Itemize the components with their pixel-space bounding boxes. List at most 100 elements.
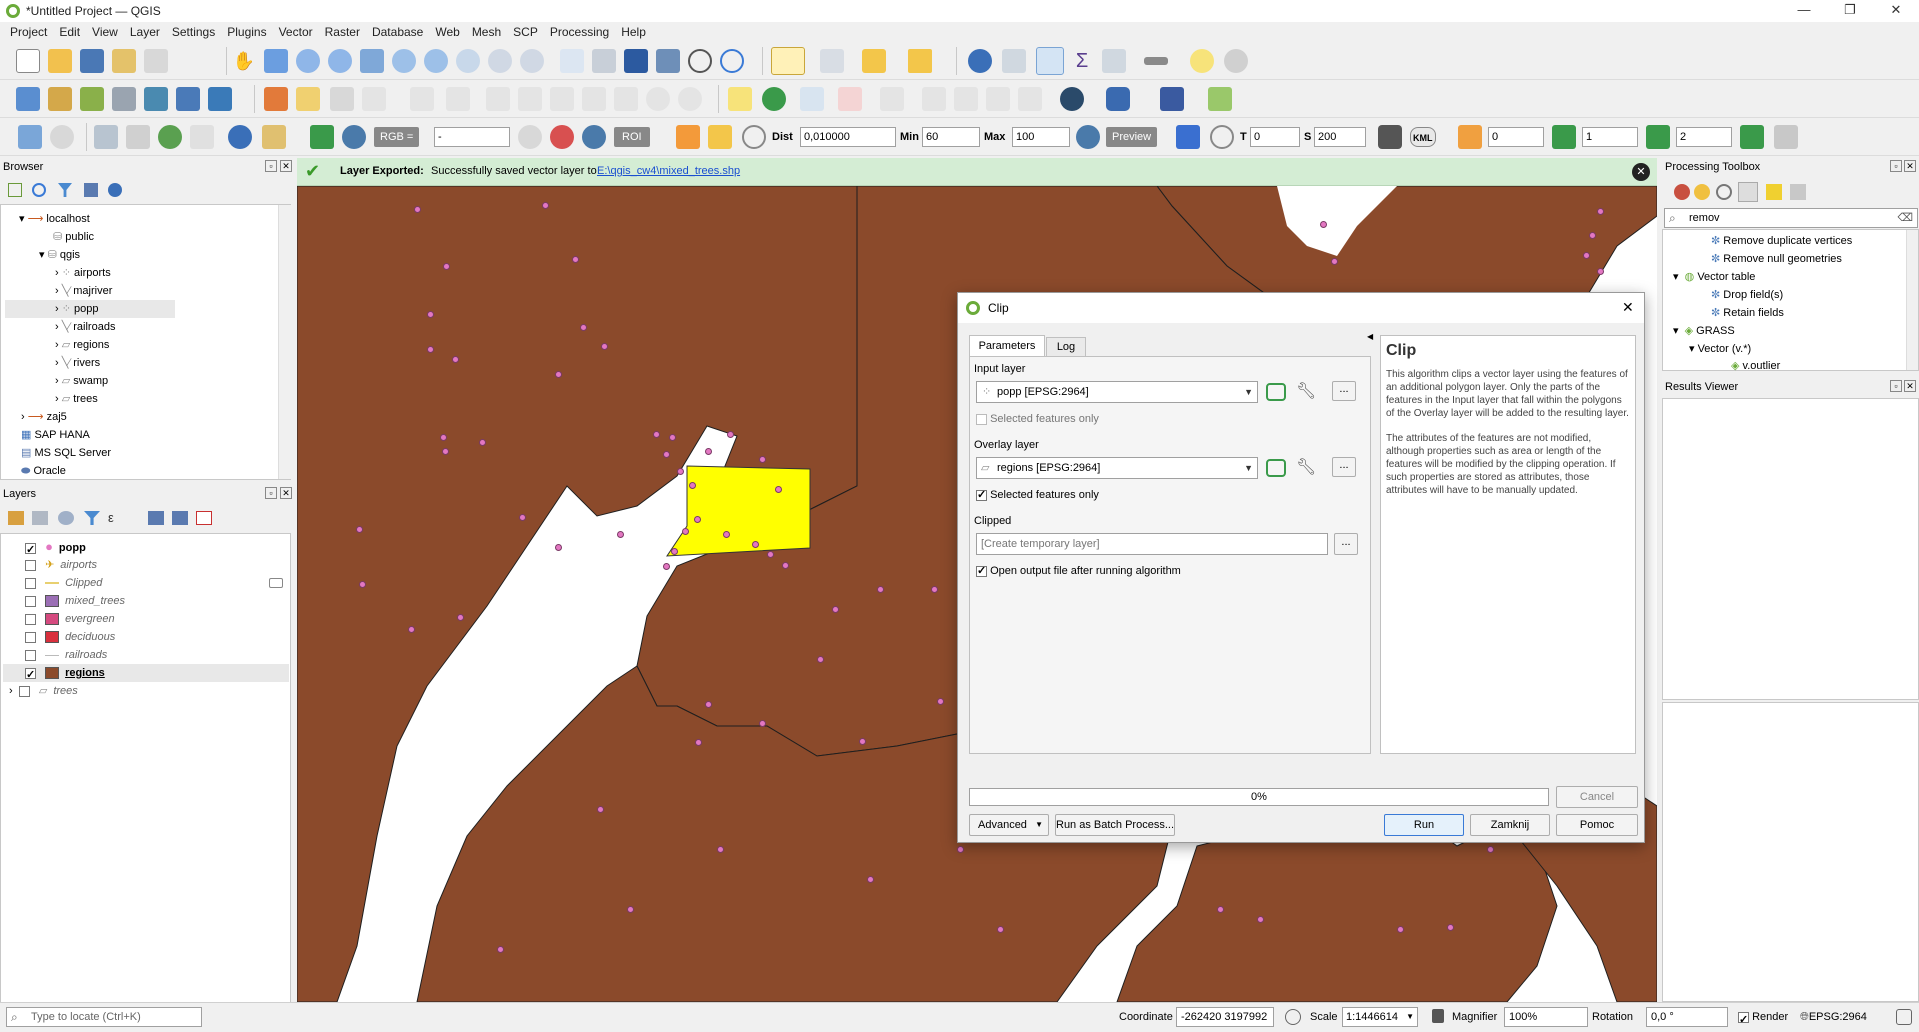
add-vector-layer-icon[interactable]	[208, 87, 232, 111]
layer-visibility-checkbox[interactable]	[25, 613, 36, 625]
python-console-icon[interactable]	[1106, 87, 1130, 111]
toolbox-item[interactable]: ◈ v.outlier	[1731, 357, 1780, 375]
rgb-select[interactable]: -	[434, 127, 510, 147]
new-virtual-layer-icon[interactable]	[144, 87, 168, 111]
close-message-icon[interactable]: ✕	[1632, 163, 1650, 181]
layer-labeling-icon[interactable]	[762, 87, 786, 111]
toolbox-float-icon[interactable]: ▫	[1890, 160, 1902, 172]
overlay-layer-combo[interactable]: ▱ regions [EPSG:2964] ▼	[976, 457, 1258, 479]
identify-features-icon[interactable]	[968, 49, 992, 73]
render-checkbox[interactable]	[1738, 1010, 1749, 1030]
scp-settings-icon[interactable]	[1774, 125, 1798, 149]
scp-next-band-icon[interactable]	[1552, 125, 1576, 149]
menu-database[interactable]: Database	[366, 25, 429, 39]
t-input[interactable]: 0	[1250, 127, 1300, 147]
results-viewer-icon[interactable]	[1738, 182, 1758, 202]
lock-scale-icon[interactable]	[1432, 1009, 1444, 1023]
menu-web[interactable]: Web	[429, 25, 465, 39]
rotate-label-icon[interactable]	[922, 87, 946, 111]
move-label-icon[interactable]	[880, 87, 904, 111]
menu-project[interactable]: Project	[4, 25, 53, 39]
tab-parameters[interactable]: Parameters	[969, 335, 1045, 357]
undo-icon[interactable]	[646, 87, 670, 111]
layer-visibility-checkbox[interactable]	[25, 595, 36, 607]
zoom-out-icon[interactable]	[328, 49, 352, 73]
render-toggle[interactable]: Render	[1738, 1007, 1788, 1030]
scp-pointer-icon[interactable]	[126, 125, 150, 149]
open-output-option[interactable]: Open output file after running algorithm	[976, 564, 1181, 577]
scp-undo-icon[interactable]	[518, 125, 542, 149]
tab-log[interactable]: Log	[1046, 337, 1086, 357]
paste-features-icon[interactable]	[614, 87, 638, 111]
refresh-icon[interactable]	[720, 49, 744, 73]
toggle-extents-icon[interactable]	[1285, 1009, 1301, 1025]
menu-raster[interactable]: Raster	[319, 25, 366, 39]
new-print-layout-icon[interactable]	[112, 49, 136, 73]
layer-row-regions[interactable]: regions	[3, 664, 289, 684]
layer-row-clipped[interactable]: Clipped	[25, 574, 289, 592]
pan-to-selection-icon[interactable]	[264, 49, 288, 73]
layer-styling-icon[interactable]	[8, 511, 24, 525]
history-icon[interactable]	[1716, 184, 1732, 200]
menu-vector[interactable]: Vector	[273, 25, 319, 39]
batch-process-button[interactable]: Run as Batch Process...	[1055, 814, 1175, 836]
browser-item[interactable]: ⬬ Oracle	[21, 462, 66, 480]
new-bookmark-icon[interactable]	[624, 49, 648, 73]
max-input[interactable]: 100	[1012, 127, 1070, 147]
browser-item[interactable]: › ⟶ zaj5	[21, 408, 67, 426]
toolbox-scrollbar[interactable]	[1906, 230, 1918, 370]
models-icon[interactable]	[1674, 184, 1690, 200]
select-location-icon[interactable]	[908, 49, 932, 73]
menu-help[interactable]: Help	[615, 25, 652, 39]
zoom-full-icon[interactable]	[360, 49, 384, 73]
add-selected-layers-icon[interactable]	[8, 183, 22, 197]
toolbox-item[interactable]: ✼ Remove null geometries	[1711, 250, 1842, 268]
new-geopackage-icon[interactable]	[48, 87, 72, 111]
locator-input[interactable]: Type to locate (Ctrl+K)	[31, 1008, 141, 1026]
band-input-2[interactable]: 1	[1582, 127, 1638, 147]
data-source-manager-icon[interactable]	[16, 87, 40, 111]
modify-attributes-icon[interactable]	[486, 87, 510, 111]
zoom-layer-icon[interactable]	[424, 49, 448, 73]
label-properties-icon[interactable]	[1018, 87, 1042, 111]
globe-plugin-icon[interactable]	[1060, 87, 1084, 111]
layers-float-icon[interactable]: ▫	[265, 487, 277, 499]
toolbox-item[interactable]: ▾ ◍ Vector table	[1673, 268, 1755, 286]
help-button[interactable]: Pomoc	[1556, 814, 1638, 836]
band-input-1[interactable]: 0	[1488, 127, 1544, 147]
filter-browser-icon[interactable]	[58, 183, 72, 197]
processing-toolbox-icon[interactable]	[1036, 47, 1064, 75]
pin-labels-icon[interactable]	[800, 87, 824, 111]
layer-row-deciduous[interactable]: deciduous	[25, 628, 115, 646]
scp-next-band-3-icon[interactable]	[1740, 125, 1764, 149]
redo-icon[interactable]	[678, 87, 702, 111]
new-spatialite-icon[interactable]	[112, 87, 136, 111]
scp-dock-icon[interactable]	[18, 125, 42, 149]
close-button[interactable]: Zamknij	[1470, 814, 1550, 836]
new-project-icon[interactable]	[16, 49, 40, 73]
layer-visibility-checkbox[interactable]	[25, 666, 36, 684]
open-project-icon[interactable]	[48, 49, 72, 73]
scp-preview-zoom-icon[interactable]	[1076, 125, 1100, 149]
results-float-icon[interactable]: ▫	[1890, 380, 1902, 392]
scp-classification-icon[interactable]	[1176, 125, 1200, 149]
toolbox-item[interactable]: ✼ Remove duplicate vertices	[1711, 232, 1852, 250]
layer-row-trees[interactable]: › ▱ trees	[9, 682, 78, 700]
zoom-last-icon[interactable]	[488, 49, 512, 73]
min-input[interactable]: 60	[922, 127, 980, 147]
deselect-features-icon[interactable]	[862, 49, 886, 73]
new-temporary-layer-icon[interactable]	[176, 87, 200, 111]
manage-map-themes-icon[interactable]	[58, 511, 74, 525]
expand-all-icon[interactable]	[148, 511, 164, 525]
clipped-browse-button[interactable]: ...	[1334, 533, 1358, 555]
zoom-native-icon[interactable]	[456, 49, 480, 73]
scp-magic-icon[interactable]	[550, 125, 574, 149]
layers-close-icon[interactable]: ✕	[280, 487, 292, 499]
edit-features-in-place-icon[interactable]	[1766, 184, 1782, 200]
cancel-button[interactable]: Cancel	[1556, 786, 1638, 808]
input-browse-button[interactable]: ...	[1332, 381, 1356, 401]
messages-icon[interactable]	[1896, 1009, 1912, 1025]
dialog-close-icon[interactable]: ✕	[1622, 299, 1634, 316]
selected-only-checkbox-1[interactable]	[976, 413, 987, 425]
collapse-help-icon[interactable]: ◀	[1367, 332, 1373, 341]
